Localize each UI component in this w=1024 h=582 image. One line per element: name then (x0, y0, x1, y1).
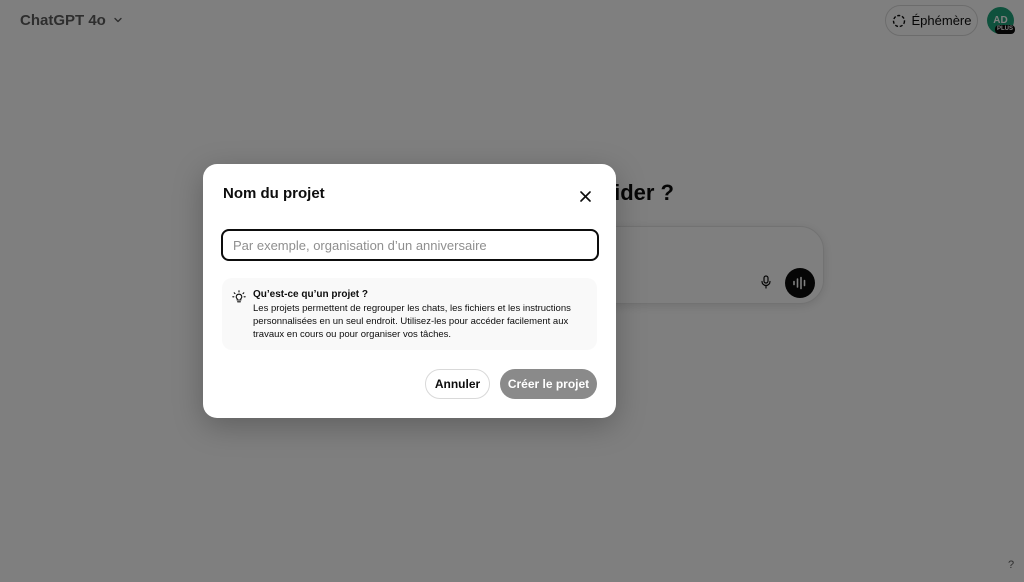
info-title: Qu’est-ce qu’un projet ? (253, 289, 369, 300)
project-name-input[interactable] (221, 229, 599, 261)
lightbulb-icon (232, 290, 246, 303)
create-project-button[interactable]: Créer le projet (500, 369, 597, 399)
dialog-title: Nom du projet (223, 185, 325, 202)
new-project-dialog: Nom du projet Qu’est-ce qu’un projet ? L… (203, 164, 616, 418)
info-text: Les projets permettent de regrouper les … (253, 303, 571, 340)
close-icon (579, 190, 591, 202)
cancel-button[interactable]: Annuler (425, 369, 490, 399)
info-box: Qu’est-ce qu’un projet ? Les projets per… (222, 278, 597, 350)
close-button[interactable] (575, 186, 595, 206)
